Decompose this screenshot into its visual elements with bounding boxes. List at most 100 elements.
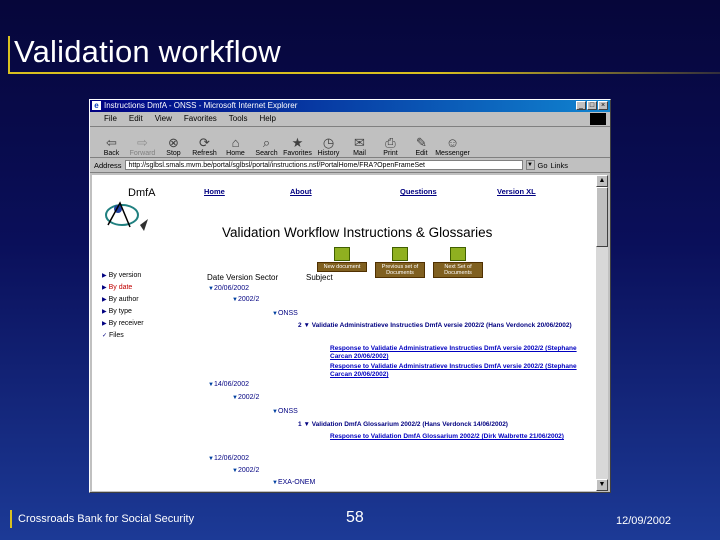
windows-logo-icon	[590, 113, 606, 125]
scroll-up-icon[interactable]: ▲	[596, 175, 608, 187]
minimize-button[interactable]: _	[576, 101, 586, 110]
home-button[interactable]: ⌂ Home	[220, 129, 251, 158]
vertical-scrollbar[interactable]: ▲ ▼	[596, 175, 608, 491]
search-icon: ⌕	[262, 135, 271, 150]
print-icon: ⎙	[385, 135, 396, 150]
triangle-icon: ▶	[102, 297, 107, 303]
column-header-subject: Subject	[306, 273, 333, 282]
slide-title: Validation workflow	[14, 34, 281, 69]
triangle-icon: ▶	[102, 273, 107, 279]
footer-accent-bar	[10, 510, 12, 528]
tree-node-version[interactable]: ▼2002/2	[232, 296, 259, 303]
address-input[interactable]: http://sglbsl.smals.mvm.be/portal/sglbsl…	[124, 160, 523, 170]
response-entry[interactable]: Response to Validatie Administratieve In…	[330, 345, 592, 361]
tree-node-date[interactable]: ▼20/06/2002	[208, 285, 249, 292]
nav-link-about[interactable]: About	[290, 187, 312, 196]
tree-node-version[interactable]: ▼2002/2	[232, 394, 259, 401]
footer-organization: Crossroads Bank for Social Security	[18, 513, 195, 525]
tree-node-date[interactable]: ▼12/06/2002	[208, 455, 249, 462]
page-heading: Validation Workflow Instructions & Gloss…	[222, 225, 493, 240]
print-button[interactable]: ⎙ Print	[375, 129, 406, 158]
nav-by-receiver[interactable]: ▶ By receiver	[102, 318, 144, 330]
history-icon: ◷	[322, 135, 335, 150]
mail-button[interactable]: ✉ Mail	[344, 129, 375, 158]
refresh-button[interactable]: ⟳ Refresh	[189, 129, 220, 158]
tree-node-sector[interactable]: ▼ONSS	[272, 408, 298, 415]
menu-bar: File Edit View Favorites Tools Help	[90, 112, 610, 127]
expand-triangle-icon: ▼	[303, 421, 310, 428]
menu-help[interactable]: Help	[259, 112, 275, 126]
address-bar: Address http://sglbsl.smals.mvm.be/porta…	[90, 158, 610, 173]
forward-arrow-icon: ⇨	[137, 135, 148, 150]
edit-button[interactable]: ✎ Edit	[406, 129, 437, 158]
address-dropdown-icon[interactable]: ▼	[525, 160, 535, 170]
stop-button[interactable]: ⊗ Stop	[158, 129, 189, 158]
back-button[interactable]: ⇦ Back	[96, 129, 127, 158]
messenger-icon: ☺	[445, 135, 460, 150]
scrollbar-thumb[interactable]	[596, 187, 608, 247]
browser-window: e Instructions DmfA - ONSS - Microsoft I…	[89, 99, 611, 493]
nav-by-author[interactable]: ▶ By author	[102, 294, 144, 306]
address-label: Address	[94, 160, 122, 170]
forward-button[interactable]: ⇨ Forward	[127, 129, 158, 158]
nav-link-questions[interactable]: Questions	[400, 187, 437, 196]
menu-view[interactable]: View	[155, 112, 172, 126]
triangle-icon: ▶	[102, 285, 107, 291]
messenger-button[interactable]: ☺ Messenger	[435, 129, 470, 158]
logo-text: DmfA	[128, 187, 156, 199]
document-entry[interactable]: 1 ▼ Validation DmfA Glossarium 2002/2 (H…	[298, 421, 578, 429]
nav-by-version[interactable]: ▶ By version	[102, 270, 144, 282]
window-title: Instructions DmfA - ONSS - Microsoft Int…	[104, 101, 298, 110]
slide-page-number: 58	[346, 509, 364, 526]
maximize-button[interactable]: □	[587, 101, 597, 110]
favorites-icon: ★	[291, 135, 304, 150]
scroll-down-icon[interactable]: ▼	[596, 479, 608, 491]
home-icon: ⌂	[231, 135, 240, 150]
nav-files[interactable]: ✓ Files	[102, 330, 144, 342]
response-entry[interactable]: Response to Validatie Administratieve In…	[330, 363, 592, 379]
triangle-icon: ▶	[102, 309, 107, 315]
edit-icon: ✎	[416, 135, 427, 150]
triangle-icon: ▶	[102, 321, 107, 327]
column-header-date: Date Version Sector	[207, 273, 279, 282]
response-entry[interactable]: Response to Validation DmfA Glossarium 2…	[330, 433, 580, 441]
favorites-button[interactable]: ★ Favorites	[282, 129, 313, 158]
browser-titlebar: e Instructions DmfA - ONSS - Microsoft I…	[90, 100, 610, 112]
document-icon	[392, 247, 408, 261]
refresh-icon: ⟳	[199, 135, 210, 150]
nav-link-home[interactable]: Home	[204, 187, 225, 196]
go-button[interactable]: Go	[538, 161, 548, 170]
close-button[interactable]: ×	[598, 101, 608, 110]
tree-node-sector[interactable]: ▼ONSS	[272, 310, 298, 317]
previous-set-button[interactable]: Previous set of Documents	[375, 247, 425, 278]
checkmark-icon: ✓	[102, 333, 108, 339]
footer-date: 12/09/2002	[616, 515, 672, 527]
new-document-button[interactable]: New document	[317, 247, 367, 273]
next-set-button[interactable]: Next Set of Documents	[433, 247, 483, 278]
nav-by-type[interactable]: ▶ By type	[102, 306, 144, 318]
tree-node-date[interactable]: ▼14/06/2002	[208, 381, 249, 388]
document-entry[interactable]: 2 ▼ Validatie Administratieve Instructie…	[298, 322, 573, 330]
tree-node-version[interactable]: ▼2002/2	[232, 467, 259, 474]
document-icon	[450, 247, 466, 261]
menu-edit[interactable]: Edit	[129, 112, 143, 126]
page-content: DmfA Home About Questions Version XL Val…	[92, 175, 598, 491]
mail-icon: ✉	[354, 135, 365, 150]
menu-favorites[interactable]: Favorites	[184, 112, 217, 126]
nav-by-date[interactable]: ▶ By date	[102, 282, 144, 294]
document-icon	[334, 247, 350, 261]
history-button[interactable]: ◷ History	[313, 129, 344, 158]
ie-logo-icon: e	[92, 101, 101, 110]
search-button[interactable]: ⌕ Search	[251, 129, 282, 158]
title-underline	[8, 72, 720, 74]
menu-tools[interactable]: Tools	[229, 112, 248, 126]
expand-triangle-icon: ▼	[303, 322, 310, 329]
tree-node-sector[interactable]: ▼EXA-ONEM	[272, 479, 315, 486]
nav-link-version[interactable]: Version XL	[497, 187, 536, 196]
title-accent-bar	[8, 36, 10, 74]
view-nav: ▶ By version ▶ By date ▶ By author ▶ By …	[102, 270, 144, 342]
links-button[interactable]: Links	[551, 161, 569, 170]
menu-file[interactable]: File	[104, 112, 117, 126]
browser-toolbar: ⇦ Back ⇨ Forward ⊗ Stop ⟳ Refresh ⌂ Home ⌕ Sea…	[90, 127, 610, 158]
back-arrow-icon: ⇦	[106, 135, 117, 150]
